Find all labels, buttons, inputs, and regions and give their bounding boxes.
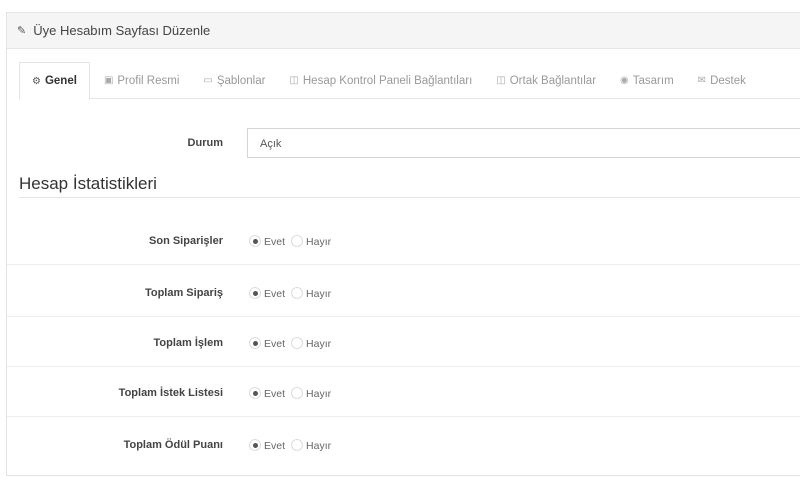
pencil-icon: ✎ [17,25,27,37]
tab-tasarim[interactable]: ◉ Tasarım [608,62,686,99]
tab-label: Genel [44,75,77,87]
status-row: Durum Açık [7,128,800,158]
stat-label: Toplam Sipariş [144,287,223,299]
stat-label: Toplam Ödül Puanı [123,439,223,451]
tab-bar: ⚙ Genel ▣ Profil Resmi ▭ Şablonlar ◫ Hesap K… [19,62,800,100]
radio-no[interactable] [291,337,304,349]
picture-icon: ▣ [103,75,114,86]
stat-radio-group: Evet Hayır [249,336,337,350]
desktop-icon: ▭ [203,75,213,86]
stat-row: Toplam Sipariş Evet Hayır [7,281,800,305]
radio-yes-label: Evet [264,236,286,248]
tab-label: Şablonlar [216,74,266,87]
tab-label: Hesap Kontrol Paneli Bağlantıları [302,74,473,87]
stat-radio-group: Evet Hayır [249,234,337,248]
status-label: Durum [187,137,223,149]
stat-radio-group: Evet Hayır [249,286,337,300]
status-select[interactable]: Açık [247,128,800,158]
row-divider [7,316,800,317]
radio-yes-label: Evet [264,440,286,452]
stat-label: Son Siparişler [149,235,223,247]
stat-label: Toplam İşlem [153,337,223,349]
columns-icon: ◫ [496,75,506,86]
radio-no[interactable] [291,235,304,247]
eye-slash-icon: ◉ [620,75,629,86]
columns-icon: ◫ [289,75,299,86]
tab-destek[interactable]: ✉ Destek [686,62,758,99]
radio-no-label: Hayır [306,236,332,248]
radio-yes[interactable] [249,439,261,451]
tab-hesap-kontrol-paneli[interactable]: ◫ Hesap Kontrol Paneli Bağlantıları [277,62,484,99]
radio-no-label: Hayır [306,440,332,452]
radio-yes-label: Evet [264,338,286,350]
radio-no[interactable] [291,287,304,299]
row-divider [7,264,800,265]
section-title: Hesap İstatistikleri [19,174,157,193]
radio-no[interactable] [291,439,304,451]
stat-row: Son Siparişler Evet Hayır [7,229,800,253]
stat-radio-group: Evet Hayır [249,438,337,452]
radio-no-label: Hayır [306,288,332,300]
radio-yes-label: Evet [264,288,286,300]
radio-yes[interactable] [249,337,261,349]
stat-row: Toplam İşlem Evet Hayır [7,331,800,355]
tab-label: Profil Resmi [117,74,180,87]
edit-panel: ✎ Üye Hesabım Sayfası Düzenle ⚙ Genel ▣ Pr… [6,12,800,476]
tab-profil-resmi[interactable]: ▣ Profil Resmi [92,62,191,99]
radio-yes-label: Evet [264,388,286,400]
section-divider [19,197,800,198]
stat-radio-group: Evet Hayır [249,386,337,400]
tab-label: Ortak Bağlantılar [509,74,597,87]
radio-yes[interactable] [249,387,261,399]
tab-sablonlar[interactable]: ▭ Şablonlar [191,62,277,99]
radio-no[interactable] [291,387,304,399]
tab-ortak-baglantilar[interactable]: ◫ Ortak Bağlantılar [484,62,608,99]
radio-yes[interactable] [249,287,261,299]
stat-row: Toplam Ödül Puanı Evet Hayır [7,433,800,457]
envelope-icon: ✉ [697,75,707,86]
radio-no-label: Hayır [306,388,332,400]
radio-no-label: Hayır [306,338,332,350]
radio-yes[interactable] [249,235,261,247]
stat-label: Toplam İstek Listesi [118,387,223,399]
panel-header: ✎ Üye Hesabım Sayfası Düzenle [7,13,800,49]
tab-genel[interactable]: ⚙ Genel [19,62,90,100]
stat-row: Toplam İstek Listesi Evet Hayır [7,381,800,405]
tab-label: Tasarım [632,74,674,87]
panel-title: Üye Hesabım Sayfası Düzenle [33,23,211,38]
tab-label: Destek [710,74,746,87]
row-divider [7,366,800,367]
row-divider [7,416,800,417]
cogs-icon: ⚙ [32,75,41,87]
